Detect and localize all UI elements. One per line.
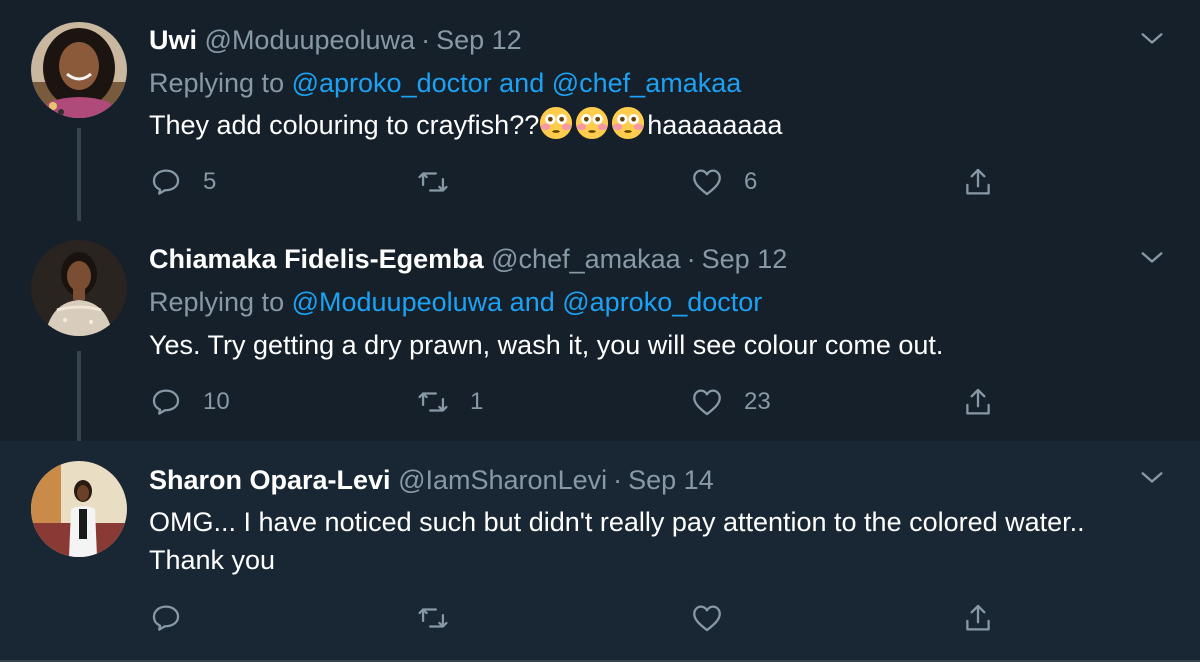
reply-button[interactable]: 10 xyxy=(149,382,230,422)
retweet-button[interactable] xyxy=(416,598,470,638)
like-button[interactable]: 23 xyxy=(690,382,771,422)
mention-link[interactable]: @aproko_doctor xyxy=(292,68,492,98)
tweet-text: They add colouring to crayfish?? haaaaaaa… xyxy=(149,106,1139,144)
tweet-header: Uwi @Moduupeoluwa · Sep 12 xyxy=(149,22,522,58)
flushed-face-emoji xyxy=(575,106,609,140)
share-button[interactable] xyxy=(961,382,995,422)
tweet-actions: 5 6 xyxy=(149,162,1009,202)
tweet-actions xyxy=(149,598,1009,638)
reply-count: 10 xyxy=(203,388,230,415)
tweet-text: Yes. Try getting a dry prawn, wash it, y… xyxy=(149,330,944,360)
retweet-button[interactable] xyxy=(416,162,470,202)
mention-joiner: and xyxy=(499,68,545,98)
separator-dot: · xyxy=(686,244,696,274)
share-icon xyxy=(961,165,995,199)
reply-icon xyxy=(149,385,183,419)
separator-dot: · xyxy=(421,25,431,55)
display-name[interactable]: Uwi xyxy=(149,25,197,55)
chevron-down-icon[interactable] xyxy=(1138,464,1166,492)
mention-joiner: and xyxy=(509,287,555,317)
mention-link[interactable]: @aproko_doctor xyxy=(562,287,762,317)
user-handle[interactable]: @Moduupeoluwa xyxy=(205,25,416,55)
display-name[interactable]: Sharon Opara-Levi xyxy=(149,465,391,495)
like-button[interactable]: 6 xyxy=(690,162,757,202)
heart-icon xyxy=(690,165,724,199)
mention-link[interactable]: @Moduupeoluwa xyxy=(292,287,503,317)
tweet-chiamaka[interactable]: Chiamaka Fidelis-Egemba @chef_amakaa · Sep… xyxy=(0,221,1200,451)
share-icon xyxy=(961,385,995,419)
retweet-icon xyxy=(416,165,450,199)
share-button[interactable] xyxy=(961,598,995,638)
replying-to: Replying to @Moduupeoluwa and @aproko_do… xyxy=(149,284,762,320)
reply-count: 5 xyxy=(203,168,217,195)
retweet-count: 1 xyxy=(470,388,484,415)
tweet-actions: 10 1 23 xyxy=(149,382,1009,422)
chevron-down-icon[interactable] xyxy=(1138,25,1166,53)
user-handle[interactable]: @chef_amakaa xyxy=(491,244,681,274)
replying-prefix: Replying to xyxy=(149,287,285,317)
tweet-text: OMG... I have noticed such but didn't re… xyxy=(149,507,1085,575)
avatar[interactable] xyxy=(31,240,127,336)
reply-icon xyxy=(149,601,183,635)
separator-dot: · xyxy=(613,465,623,495)
thread-line xyxy=(77,351,81,451)
reply-button[interactable]: 5 xyxy=(149,162,216,202)
share-button[interactable] xyxy=(961,162,995,202)
like-count: 23 xyxy=(744,388,771,415)
user-handle[interactable]: @IamSharonLevi xyxy=(398,465,607,495)
flushed-face-emoji xyxy=(539,106,573,140)
like-count: 6 xyxy=(744,168,758,195)
replying-to: Replying to @aproko_doctor and @chef_ama… xyxy=(149,65,741,101)
tweet-date[interactable]: Sep 12 xyxy=(436,25,522,55)
reply-thread: Uwi @Moduupeoluwa · Sep 12 Replying to @ap… xyxy=(0,0,1200,662)
retweet-icon xyxy=(416,601,450,635)
tweet-header: Chiamaka Fidelis-Egemba @chef_amakaa · Sep… xyxy=(149,241,787,277)
retweet-button[interactable]: 1 xyxy=(416,382,483,422)
tweet-date[interactable]: Sep 14 xyxy=(628,465,714,495)
avatar[interactable] xyxy=(31,461,127,557)
thread-line xyxy=(77,128,81,228)
retweet-icon xyxy=(416,385,450,419)
heart-icon xyxy=(690,601,724,635)
tweet-uwi[interactable]: Uwi @Moduupeoluwa · Sep 12 Replying to @ap… xyxy=(0,0,1200,228)
avatar[interactable] xyxy=(31,22,127,118)
reply-icon xyxy=(149,165,183,199)
chevron-down-icon[interactable] xyxy=(1138,244,1166,272)
mention-link[interactable]: @chef_amakaa xyxy=(552,68,742,98)
share-icon xyxy=(961,601,995,635)
heart-icon xyxy=(690,385,724,419)
flushed-face-emoji xyxy=(611,106,645,140)
reply-button[interactable] xyxy=(149,598,203,638)
display-name[interactable]: Chiamaka Fidelis-Egemba xyxy=(149,244,484,274)
tweet-text-part: They add colouring to crayfish?? xyxy=(149,110,540,140)
tweet-header: Sharon Opara-Levi @IamSharonLevi · Sep 14 xyxy=(149,462,714,498)
tweet-sharon[interactable]: Sharon Opara-Levi @IamSharonLevi · Sep 14 … xyxy=(0,441,1200,662)
like-button[interactable] xyxy=(690,598,744,638)
tweet-text-part: haaaaaaaa xyxy=(647,110,783,140)
tweet-date[interactable]: Sep 12 xyxy=(702,244,788,274)
replying-prefix: Replying to xyxy=(149,68,285,98)
